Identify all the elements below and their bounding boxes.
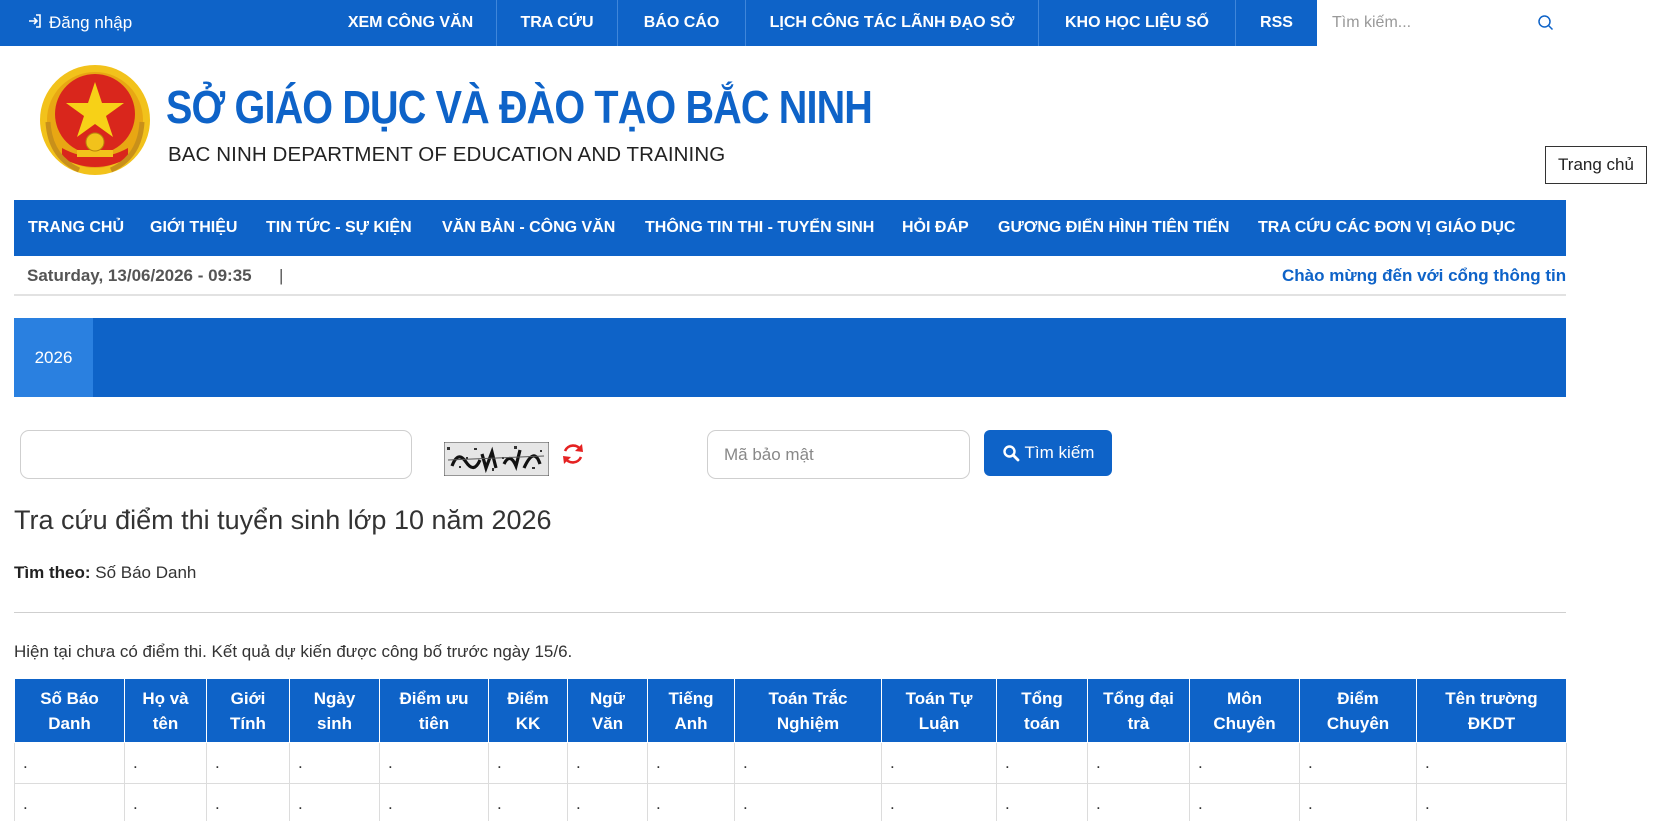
nav-hoi-dap[interactable]: HỎI ĐÁP: [902, 200, 969, 256]
captcha-image: [443, 441, 550, 477]
search-by: Tìm theo: Số Báo Danh: [14, 563, 196, 583]
table-row: . . . . . . . . . . . . . . .: [14, 742, 1567, 784]
top-menu-kho-hoc-lieu-so[interactable]: KHO HỌC LIỆU SỐ: [1039, 0, 1236, 46]
col-header-tong-dai-tra: Tổng đại trà: [1087, 678, 1190, 743]
table-cell: .: [14, 742, 125, 784]
col-header-tong-toan: Tổng toán: [996, 678, 1088, 743]
table-cell: .: [289, 742, 380, 784]
col-header-ho-va-ten: Họ và tên: [124, 678, 207, 743]
nav-van-ban-cong-van[interactable]: VĂN BẢN - CÔNG VĂN: [442, 200, 615, 256]
tab-year-2026[interactable]: 2026: [14, 318, 93, 397]
col-header-diem-chuyen: Điểm Chuyên: [1299, 678, 1417, 743]
login-link[interactable]: Đăng nhập: [27, 0, 132, 46]
sign-in-icon: [27, 13, 43, 33]
table-cell: .: [488, 742, 568, 784]
col-header-ngu-van: Ngữ Văn: [567, 678, 648, 743]
candidate-number-input[interactable]: [20, 430, 412, 479]
col-header-so-bao-danh: Số Báo Danh: [14, 678, 125, 743]
table-cell: .: [379, 742, 489, 784]
login-label: Đăng nhập: [49, 13, 133, 32]
current-datetime: Saturday, 13/06/2026 - 09:35: [27, 266, 252, 285]
table-cell: .: [1416, 742, 1567, 784]
top-menu-xem-cong-van[interactable]: XEM CÔNG VĂN: [325, 0, 497, 46]
table-cell: .: [124, 742, 207, 784]
table-cell: .: [124, 783, 207, 821]
table-row: . . . . . . . . . . . . . . .: [14, 783, 1567, 821]
page-title: Tra cứu điểm thi tuyển sinh lớp 10 năm 2…: [14, 505, 552, 535]
table-cell: .: [1299, 783, 1417, 821]
results-table: Số Báo Danh Họ và tên Giới Tính Ngày sinh Đi…: [14, 678, 1567, 821]
table-cell: .: [1299, 742, 1417, 784]
top-menu-tra-cuu[interactable]: TRA CỨU: [497, 0, 618, 46]
home-button[interactable]: Trang chủ: [1545, 146, 1647, 184]
top-menu-rss[interactable]: RSS: [1236, 0, 1317, 46]
top-search-input[interactable]: [1332, 3, 1532, 43]
table-cell: .: [996, 742, 1088, 784]
table-cell: .: [1189, 783, 1300, 821]
table-cell: .: [734, 783, 882, 821]
top-bar-spacer: [1566, 0, 1661, 46]
national-emblem-icon[interactable]: [34, 62, 156, 184]
site-title: SỞ GIÁO DỤC VÀ ĐÀO TẠO BẮC NINH: [166, 81, 873, 133]
table-cell: .: [1189, 742, 1300, 784]
nav-thong-tin-thi-tuyen-sinh[interactable]: THÔNG TIN THI - TUYỂN SINH: [645, 200, 874, 256]
table-cell: .: [996, 783, 1088, 821]
table-cell: .: [647, 783, 735, 821]
welcome-marquee: Chào mừng đến với cổng thông tin: [1282, 266, 1566, 285]
table-cell: .: [14, 783, 125, 821]
nav-guong-dien-hinh[interactable]: GƯƠNG ĐIỂN HÌNH TIÊN TIẾN: [998, 200, 1229, 256]
table-cell: .: [1087, 742, 1190, 784]
top-menu: XEM CÔNG VĂN TRA CỨU BÁO CÁO LỊCH CÔNG T…: [325, 0, 1317, 46]
table-cell: .: [1416, 783, 1567, 821]
site-subtitle: BAC NINH DEPARTMENT OF EDUCATION AND TRA…: [168, 143, 726, 166]
nav-tra-cuu-don-vi[interactable]: TRA CỨU CÁC ĐƠN VỊ GIÁO DỤC: [1258, 200, 1515, 256]
search-icon: [1002, 445, 1019, 462]
col-header-diem-kk: Điểm KK: [488, 678, 568, 743]
table-cell: .: [206, 783, 290, 821]
top-bar: Đăng nhập XEM CÔNG VĂN TRA CỨU BÁO CÁO L…: [0, 0, 1661, 46]
table-cell: .: [567, 783, 648, 821]
col-header-ten-truong: Tên trường ĐKDT: [1416, 678, 1567, 743]
col-header-ngay-sinh: Ngày sinh: [289, 678, 380, 743]
divider: [14, 612, 1566, 613]
table-cell: .: [1087, 783, 1190, 821]
nav-tin-tuc-su-kien[interactable]: TIN TỨC - SỰ KIỆN: [266, 200, 412, 256]
table-cell: .: [647, 742, 735, 784]
table-cell: .: [734, 742, 882, 784]
table-cell: .: [289, 783, 380, 821]
search-by-label: Tìm theo:: [14, 563, 91, 582]
table-header-row: Số Báo Danh Họ và tên Giới Tính Ngày sinh Đi…: [14, 678, 1567, 743]
search-button[interactable]: Tìm kiếm: [984, 430, 1112, 476]
top-menu-lich-cong-tac[interactable]: LỊCH CÔNG TÁC LÃNH ĐẠO SỞ: [746, 0, 1039, 46]
search-button-label: Tìm kiếm: [1024, 443, 1095, 462]
col-header-toan-trac-nghiem: Toán Trắc Nghiệm: [734, 678, 882, 743]
date-bar: Saturday, 13/06/2026 - 09:35 | Chào mừng…: [14, 256, 1566, 296]
results-notice: Hiện tại chưa có điểm thi. Kết quả dự ki…: [14, 642, 573, 661]
refresh-captcha-icon[interactable]: [560, 441, 586, 467]
security-code-input[interactable]: [707, 430, 970, 479]
search-icon[interactable]: [1535, 12, 1557, 34]
nav-trang-chu[interactable]: TRANG CHỦ: [28, 200, 124, 256]
col-header-tieng-anh: Tiếng Anh: [647, 678, 735, 743]
table-cell: .: [881, 783, 997, 821]
col-header-mon-chuyen: Môn Chuyên: [1189, 678, 1300, 743]
table-cell: .: [488, 783, 568, 821]
table-cell: .: [881, 742, 997, 784]
table-cell: .: [379, 783, 489, 821]
col-header-diem-uu-tien: Điểm ưu tiên: [379, 678, 489, 743]
main-nav: TRANG CHỦ GIỚI THIỆU TIN TỨC - SỰ KIỆN V…: [14, 200, 1566, 256]
col-header-gioi-tinh: Giới Tính: [206, 678, 290, 743]
table-cell: .: [206, 742, 290, 784]
col-header-toan-tu-luan: Toán Tự Luận: [881, 678, 997, 743]
top-menu-bao-cao[interactable]: BÁO CÁO: [618, 0, 746, 46]
nav-gioi-thieu[interactable]: GIỚI THIỆU: [150, 200, 237, 256]
date-separator: |: [279, 266, 284, 285]
top-search: [1317, 0, 1566, 46]
year-tab-bar: 2026: [14, 318, 1566, 397]
table-cell: .: [567, 742, 648, 784]
search-by-value: Số Báo Danh: [95, 563, 197, 582]
